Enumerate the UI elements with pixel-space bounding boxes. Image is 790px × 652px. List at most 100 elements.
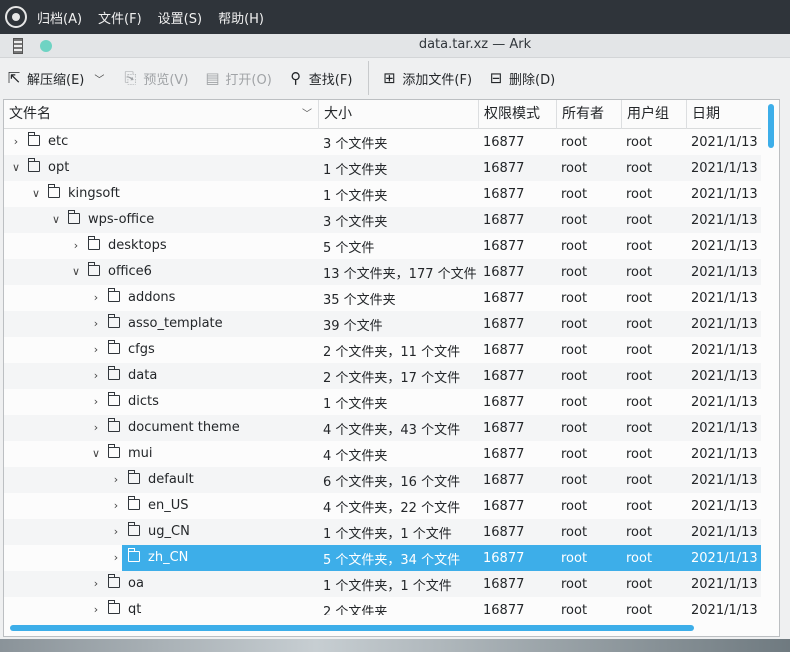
group-cell: root [626,316,653,332]
group-cell: root [626,420,653,436]
column-header-owner[interactable]: 所有者 [557,100,622,129]
permissions-cell: 16877 [483,498,525,514]
delete-icon: ⊟ [489,69,503,87]
horizontal-scrollbar[interactable] [4,620,761,634]
owner-cell: root [561,316,588,332]
extract-button[interactable]: ⇱ 解压缩(E) [0,64,90,92]
tree-row[interactable]: › etc 3 个文件夹 16877 root root 2021/1/13 ... [4,129,761,155]
column-header-name-label: 文件名 [9,106,51,122]
tree-row[interactable]: ∨ mui 4 个文件夹 16877 root root 2021/1/13 ... [4,441,761,467]
collapse-chevron-icon[interactable]: ∨ [10,161,22,174]
tree-row[interactable]: › oa 1 个文件夹，1 个文件 16877 root root 2021/1/13 ..… [4,571,761,597]
open-icon: ▤ [205,69,220,87]
name-cell: › qt [4,597,319,615]
folder-icon [27,132,40,146]
extract-dropdown-chevron-icon[interactable]: ﹀ [94,71,108,86]
find-button[interactable]: ⚲ 查找(F) [282,64,359,92]
folder-icon [107,444,120,458]
file-name: opt [48,160,70,175]
expand-chevron-icon[interactable]: › [110,525,122,538]
column-header: 文件名 ﹀ 大小 权限模式 所有者 用户组 日期 [4,100,761,129]
expand-chevron-icon[interactable]: › [110,473,122,486]
owner-cell: root [561,446,588,462]
permissions-cell: 16877 [483,550,525,566]
add-files-button[interactable]: ⊞ 添加文件(F) [375,64,478,92]
column-header-size[interactable]: 大小 [319,100,479,129]
expand-chevron-icon[interactable]: › [110,499,122,512]
date-cell: 2021/1/13 ... [691,602,761,616]
date-cell: 2021/1/13 ... [691,550,761,566]
expand-chevron-icon[interactable]: › [90,291,102,304]
extract-icon: ⇱ [7,69,21,87]
group-cell: root [626,368,653,384]
owner-cell: root [561,394,588,410]
window-title: data.tar.xz — Ark [418,37,532,52]
column-header-permissions[interactable]: 权限模式 [479,100,557,129]
tree-row[interactable]: › desktops 5 个文件 16877 root root 2021/1/13 ... [4,233,761,259]
expand-chevron-icon[interactable]: › [90,369,102,382]
collapse-chevron-icon[interactable]: ∨ [50,213,62,226]
owner-cell: root [561,134,588,150]
open-button[interactable]: ▤ 打开(O) [198,64,277,92]
column-header-name[interactable]: 文件名 ﹀ [4,100,319,129]
expand-chevron-icon[interactable]: › [90,421,102,434]
preview-button[interactable]: ⎘ 预览(V) [116,64,194,92]
folder-icon [27,158,40,172]
size-cell: 3 个文件夹 [323,214,388,230]
tree-row[interactable]: › qt 2 个文件夹 16877 root root 2021/1/13 ... [4,597,761,615]
tree-row[interactable]: ∨ office6 13 个文件夹，177 个文件 16877 root root 2021… [4,259,761,285]
expand-chevron-icon[interactable]: › [90,603,102,615]
expand-chevron-icon[interactable]: › [10,135,22,148]
tree-row[interactable]: ∨ kingsoft 1 个文件夹 16877 root root 2021/1/13 ..… [4,181,761,207]
menu-help[interactable]: 帮助(H) [218,8,264,27]
tree-row[interactable]: › en_US 4 个文件夹，22 个文件 16877 root root 2021/1/1… [4,493,761,519]
owner-cell: root [561,238,588,254]
tree-row[interactable]: ∨ opt 1 个文件夹 16877 root root 2021/1/13 ... [4,155,761,181]
menu-settings[interactable]: 设置(S) [158,8,202,27]
expand-chevron-icon[interactable]: › [110,551,122,564]
column-header-group[interactable]: 用户组 [622,100,687,129]
collapse-chevron-icon[interactable]: ∨ [30,187,42,200]
expand-chevron-icon[interactable]: › [70,239,82,252]
permissions-cell: 16877 [483,420,525,436]
size-cell: 5 个文件夹，34 个文件 [323,552,461,568]
menu-archive[interactable]: 归档(A) [37,8,82,27]
app-launcher-icon[interactable] [5,6,27,28]
expand-chevron-icon[interactable]: › [90,317,102,330]
collapse-chevron-icon[interactable]: ∨ [70,265,82,278]
tree-row[interactable]: ∨ wps-office 3 个文件夹 16877 root root 2021/1/13 … [4,207,761,233]
tree-row[interactable]: › data 2 个文件夹，17 个文件 16877 root root 2021/1/13… [4,363,761,389]
size-cell: 2 个文件夹，17 个文件 [323,370,461,386]
window-titlebar[interactable]: data.tar.xz — Ark [0,34,790,58]
tree-row[interactable]: › default 6 个文件夹，16 个文件 16877 root root 2021/1… [4,467,761,493]
expand-chevron-icon[interactable]: › [90,395,102,408]
delete-button[interactable]: ⊟ 删除(D) [482,64,561,92]
horizontal-scrollbar-thumb[interactable] [10,625,694,631]
tree-row[interactable]: › zh_CN 5 个文件夹，34 个文件 16877 root root 2021/1/1… [4,545,761,571]
tree-row[interactable]: › cfgs 2 个文件夹，11 个文件 16877 root root 2021/1/13… [4,337,761,363]
size-cell: 6 个文件夹，16 个文件 [323,474,461,490]
toolbar-separator [368,61,370,95]
menu-file[interactable]: 文件(F) [98,8,142,27]
column-header-date[interactable]: 日期 [687,100,761,129]
expand-chevron-icon[interactable]: › [90,577,102,590]
permissions-cell: 16877 [483,576,525,592]
expand-chevron-icon[interactable]: › [90,343,102,356]
tree-row[interactable]: › dicts 1 个文件夹 16877 root root 2021/1/13 ... [4,389,761,415]
name-cell: ∨ mui [4,441,319,467]
vertical-scrollbar-thumb[interactable] [768,104,774,148]
tree-row[interactable]: › asso_template 39 个文件 16877 root root 2021/1/… [4,311,761,337]
tree-row[interactable]: › document theme 4 个文件夹，43 个文件 16877 root roo… [4,415,761,441]
folder-icon [107,288,120,302]
group-cell: root [626,576,653,592]
file-name: oa [128,576,144,591]
vertical-scrollbar[interactable] [764,100,778,630]
archive-tree-view[interactable]: 文件名 ﹀ 大小 权限模式 所有者 用户组 日期 › etc 3 个文件夹 16877… [3,99,780,637]
tree-row[interactable]: › addons 35 个文件夹 16877 root root 2021/1/13 ... [4,285,761,311]
collapse-chevron-icon[interactable]: ∨ [90,447,102,460]
tree-row[interactable]: › ug_CN 1 个文件夹，1 个文件 16877 root root 2021/1/13… [4,519,761,545]
owner-cell: root [561,472,588,488]
folder-icon [127,548,140,562]
permissions-cell: 16877 [483,342,525,358]
folder-icon [67,210,80,224]
